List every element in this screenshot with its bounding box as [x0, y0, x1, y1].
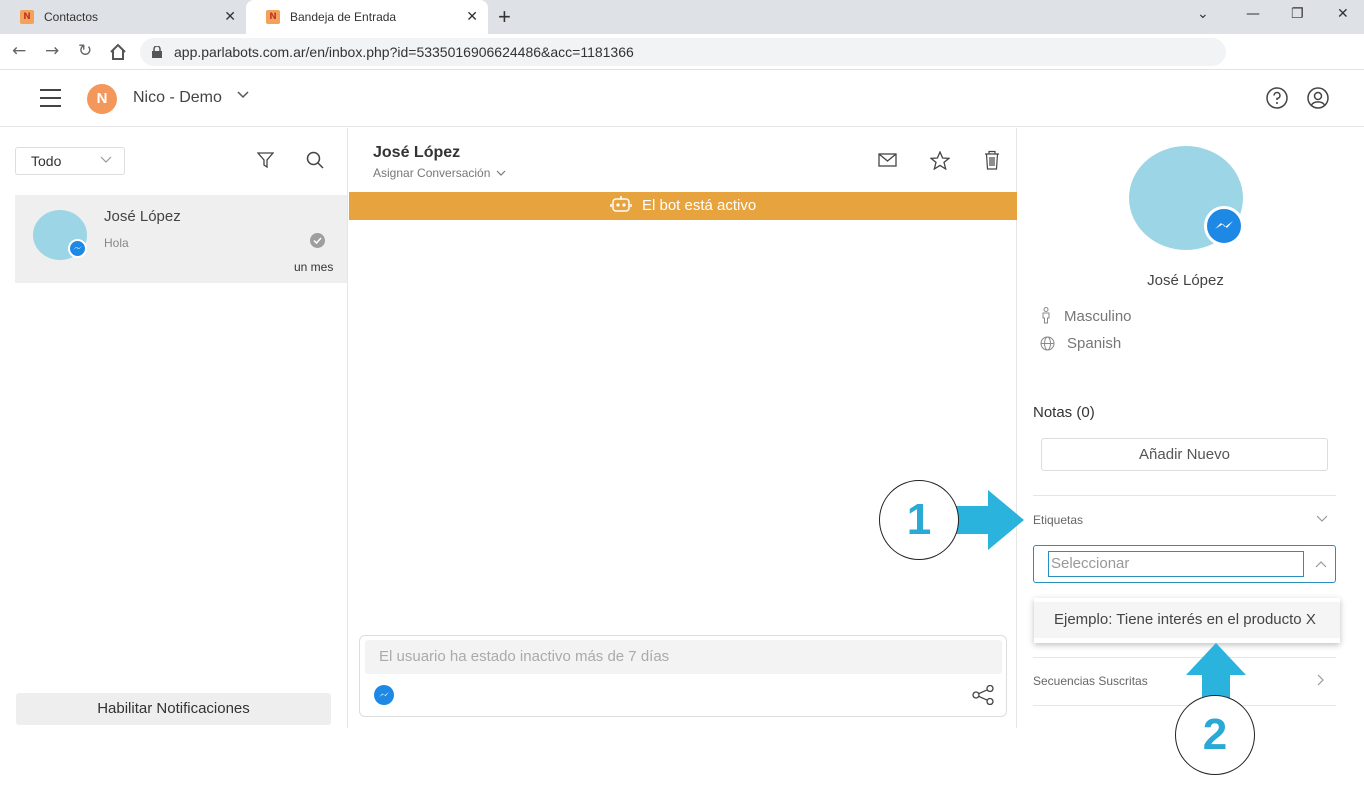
share-icon[interactable] [972, 685, 994, 705]
reload-icon[interactable]: ↻ [78, 41, 92, 61]
close-icon[interactable]: ✕ [466, 9, 478, 25]
annotation-number-1: 1 [879, 480, 959, 560]
conversation-preview: Hola [104, 236, 129, 250]
notes-title: Notas (0) [1033, 404, 1095, 421]
conversation-item[interactable]: José López Hola un mes [15, 195, 347, 283]
person-icon [1042, 307, 1050, 324]
filter-select-value: Todo [31, 153, 62, 169]
mail-icon[interactable] [878, 153, 897, 167]
enable-notifications-button[interactable]: Habilitar Notificaciones [16, 693, 331, 725]
filter-icon[interactable] [257, 152, 274, 168]
bot-status-bar: El bot está activo [349, 192, 1017, 220]
user-icon[interactable] [1307, 87, 1329, 109]
tags-dropdown: Ejemplo: Tiene interés en el producto X [1034, 598, 1340, 643]
tags-search-input[interactable]: Seleccionar [1048, 551, 1304, 577]
gender-label: Masculino [1064, 308, 1132, 325]
message-input[interactable]: El usuario ha estado inactivo más de 7 d… [365, 640, 1002, 674]
forward-icon[interactable]: → [45, 41, 59, 61]
assign-conversation-label: Asignar Conversación [373, 166, 491, 180]
restore-icon[interactable]: ❐ [1291, 6, 1304, 22]
gender-row: Masculino [1040, 307, 1132, 325]
messenger-icon [68, 239, 87, 258]
language-label: Spanish [1067, 335, 1122, 352]
home-icon[interactable] [109, 43, 127, 61]
chevron-right-icon[interactable] [1317, 674, 1325, 686]
tags-select[interactable]: Seleccionar [1033, 545, 1336, 583]
new-tab-icon[interactable]: + [498, 4, 511, 30]
globe-icon [1040, 336, 1055, 351]
messenger-icon [374, 685, 394, 705]
sequences-title[interactable]: Secuencias Suscritas [1033, 674, 1148, 688]
tab-label: Bandeja de Entrada [290, 10, 397, 24]
filter-select[interactable]: Todo [15, 147, 125, 175]
assign-conversation-dropdown[interactable]: Asignar Conversación [373, 166, 506, 180]
chevron-down-icon [100, 156, 112, 163]
conversation-name: José López [104, 208, 181, 225]
annotation-number-2: 2 [1175, 695, 1255, 775]
language-row: Spanish [1040, 335, 1121, 352]
tab-label: Contactos [44, 10, 99, 24]
address-bar: ← → ↻ app.parlabots.com.ar/en/inbox.php?… [0, 34, 1364, 70]
tags-option[interactable]: Ejemplo: Tiene interés en el producto X [1034, 602, 1340, 638]
menu-icon[interactable] [40, 89, 61, 107]
profile-name: José López [1147, 272, 1224, 289]
minimize-icon[interactable]: — [1246, 6, 1260, 22]
star-icon[interactable] [930, 151, 950, 170]
chat-contact-name: José López [373, 144, 461, 161]
chat-panel: José López Asignar Conversación El bot e… [349, 128, 1017, 728]
divider [1033, 495, 1336, 496]
chevron-down-icon[interactable] [1316, 515, 1328, 523]
close-icon[interactable]: ✕ [224, 9, 236, 25]
chevron-down-icon [496, 170, 506, 176]
check-icon [310, 233, 325, 248]
browser-tab-bar: N Contactos ✕ N Bandeja de Entrada ✕ + ⌄… [0, 0, 1364, 34]
chevron-up-icon[interactable] [1315, 560, 1327, 568]
chevron-down-icon[interactable] [237, 91, 249, 99]
account-avatar[interactable]: N [87, 84, 117, 114]
url-field[interactable]: app.parlabots.com.ar/en/inbox.php?id=533… [140, 38, 1226, 66]
robot-icon [610, 196, 632, 212]
tab-bandeja[interactable]: N Bandeja de Entrada ✕ [246, 0, 488, 34]
message-composer: El usuario ha estado inactivo más de 7 d… [359, 635, 1007, 717]
window-close-icon[interactable]: ✕ [1337, 6, 1349, 22]
url-text: app.parlabots.com.ar/en/inbox.php?id=533… [174, 44, 634, 60]
tags-title[interactable]: Etiquetas [1033, 513, 1083, 527]
help-icon[interactable] [1266, 87, 1288, 109]
tab-search-chevron-icon[interactable]: ⌄ [1197, 6, 1209, 22]
favicon-icon: N [20, 10, 34, 24]
add-note-button[interactable]: Añadir Nuevo [1041, 438, 1328, 471]
back-icon[interactable]: ← [12, 41, 26, 61]
lock-icon [152, 46, 162, 58]
favicon-icon: N [266, 10, 280, 24]
conversation-list-panel: Todo José López Hola un mes Habilitar No… [0, 128, 348, 728]
contact-details-panel: José López Masculino Spanish Notas (0) A… [1018, 128, 1364, 728]
account-name[interactable]: Nico - Demo [133, 89, 222, 107]
conversation-time: un mes [294, 260, 334, 274]
annotation-arrow-right [956, 490, 1024, 550]
messenger-icon [1204, 206, 1244, 246]
app-header: N Nico - Demo [0, 71, 1364, 127]
trash-icon[interactable] [984, 150, 1000, 170]
bot-status-text: El bot está activo [641, 197, 757, 214]
search-icon[interactable] [306, 151, 324, 169]
tab-contactos[interactable]: N Contactos ✕ [0, 0, 246, 34]
